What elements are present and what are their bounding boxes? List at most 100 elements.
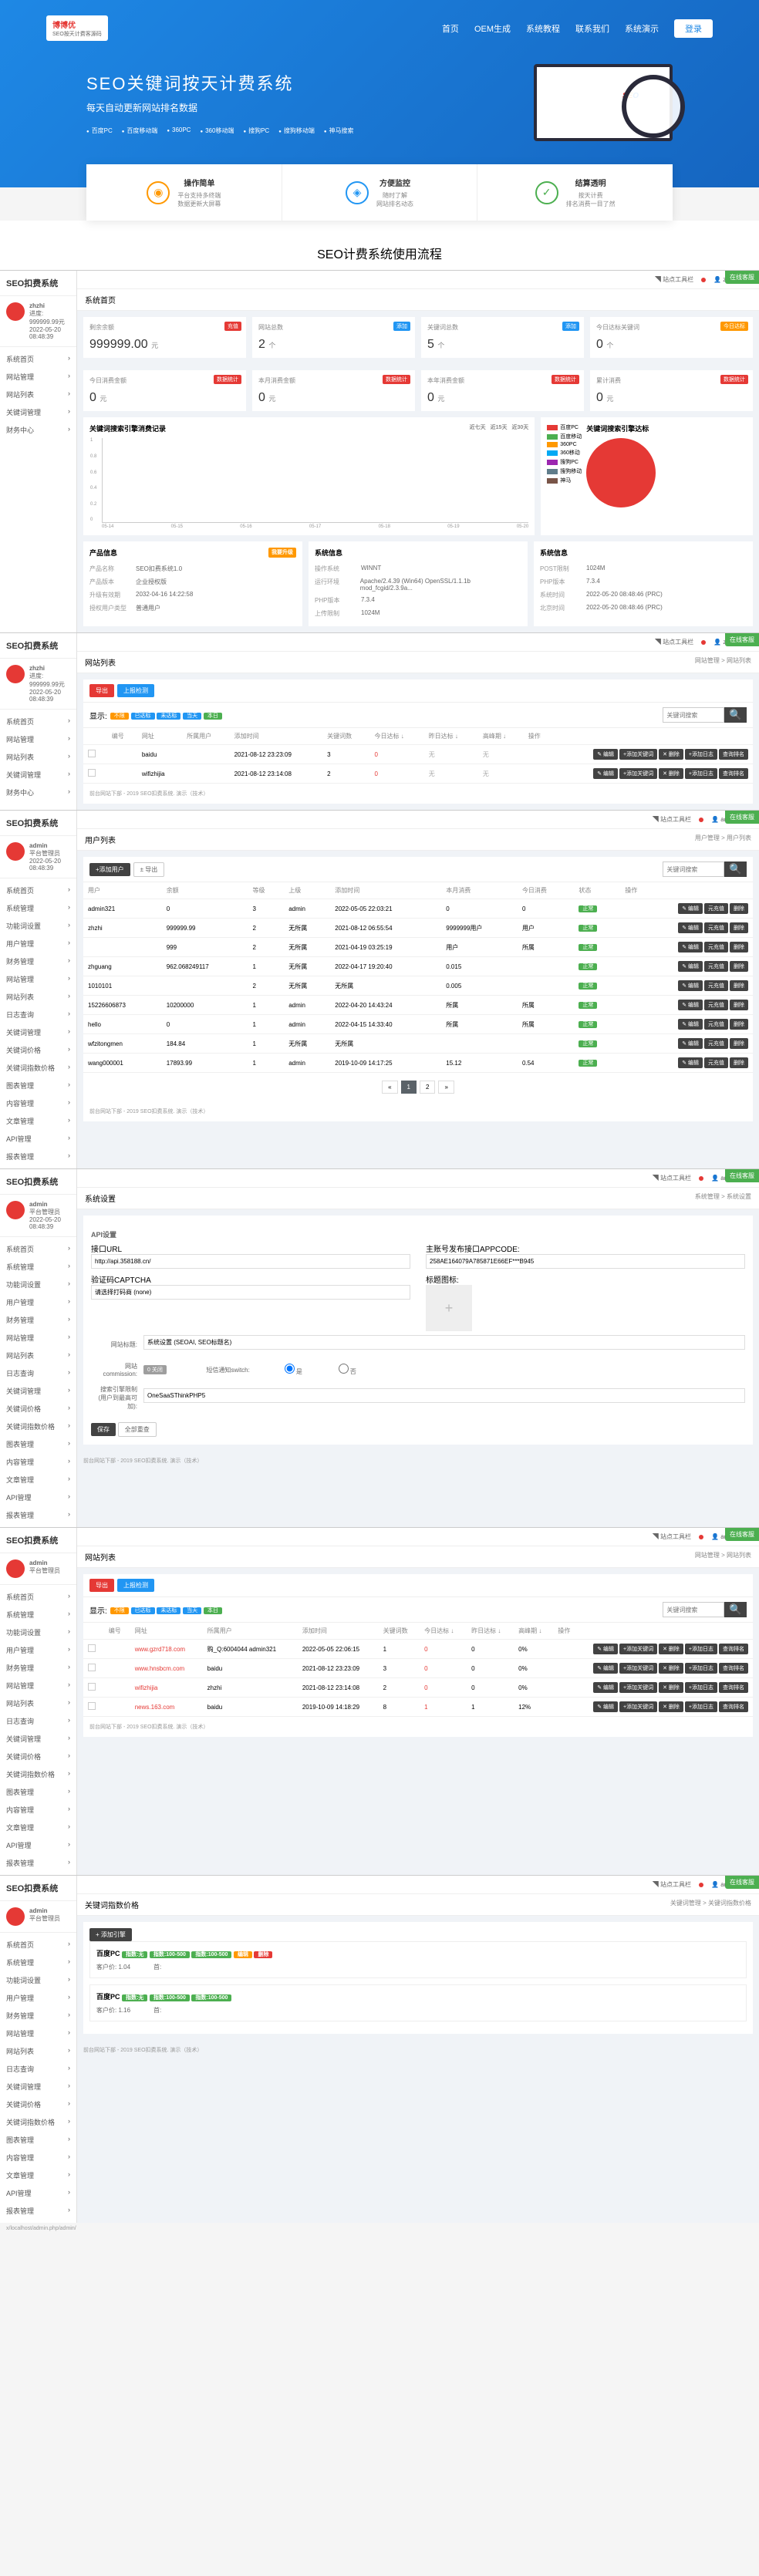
sidebar-item[interactable]: 报表管理 › [0,2202,76,2220]
delete-button[interactable]: 删除 [254,1951,272,1958]
sidebar-item[interactable]: 网站列表 › [0,988,76,1006]
sidebar-item[interactable]: 财务中心 › [0,421,76,439]
page-button[interactable]: 2 [420,1081,435,1094]
row-op[interactable]: 删除 [730,1038,748,1049]
sidebar-item[interactable]: 系统管理 › [0,899,76,917]
search-input[interactable] [663,1602,724,1617]
sidebar-item[interactable]: 内容管理 › [0,2149,76,2166]
row-op[interactable]: 删除 [730,922,748,933]
tab-15d[interactable]: 近15天 [491,425,508,430]
sidebar-item[interactable]: 关键词价格 › [0,1041,76,1059]
search-button[interactable]: 🔍 [724,707,747,723]
row-op[interactable]: +添加日志 [685,768,717,779]
sidebar-item[interactable]: 日志查询 › [0,2060,76,2078]
sidebar-item[interactable]: 关键词价格 › [0,1748,76,1765]
row-op[interactable]: 元充值 [704,961,728,972]
row-op[interactable]: ✎ 编辑 [593,768,618,779]
sidebar-item[interactable]: 关键词管理 › [0,1730,76,1748]
sidebar-item[interactable]: 系统首页 › [0,882,76,899]
row-op[interactable]: 元充值 [704,1019,728,1030]
row-op[interactable]: +添加关键词 [619,1701,657,1712]
sidebar-item[interactable]: 系统首页 › [0,713,76,730]
support-tab[interactable]: 在线客服 [725,1169,759,1182]
search-button[interactable]: 🔍 [724,1602,747,1617]
row-op[interactable]: 删除 [730,903,748,914]
search-input[interactable] [663,861,724,877]
sidebar-item[interactable]: 功能词设置 › [0,917,76,935]
check-button[interactable]: 上报检测 [117,1579,154,1592]
row-op[interactable]: 删除 [730,942,748,953]
sidebar-item[interactable]: 财务管理 › [0,953,76,970]
sidebar-item[interactable]: 系统首页 › [0,1588,76,1606]
filter-tag[interactable]: 已达标 [131,1607,155,1614]
row-op[interactable]: +添加关键词 [619,768,657,779]
sidebar-item[interactable]: 日志查询 › [0,1006,76,1023]
row-op[interactable]: +添加日志 [685,1663,717,1674]
nav-home[interactable]: 首页 [442,22,459,35]
support-tab[interactable]: 在线客服 [725,1528,759,1541]
sidebar-item[interactable]: 关键词管理 › [0,403,76,421]
row-op[interactable]: ✕ 删除 [659,768,683,779]
sidebar-item[interactable]: 网站列表 › [0,2042,76,2060]
sidebar-item[interactable]: 系统首页 › [0,350,76,368]
row-op[interactable]: 删除 [730,1019,748,1030]
stat-badge[interactable]: 今日达标 [720,322,748,331]
bell-icon[interactable] [699,1535,703,1539]
row-op[interactable]: ✎ 编辑 [678,942,703,953]
filter-tag[interactable]: 未达标 [157,713,180,720]
upgrade-button[interactable]: 我要升级 [268,548,296,558]
toolbar-link[interactable]: ◥ 站点工具栏 [655,638,693,646]
stat-badge[interactable]: 充值 [224,322,241,331]
row-op[interactable]: +添加日志 [685,1682,717,1693]
row-op[interactable]: ✕ 删除 [659,1701,683,1712]
stat-badge[interactable]: 数据统计 [214,375,241,384]
sidebar-item[interactable]: 关键词指数价格 › [0,1418,76,1435]
sidebar-item[interactable]: 用户管理 › [0,1989,76,2007]
upload-icon[interactable]: + [426,1285,472,1331]
row-op[interactable]: 元充值 [704,980,728,991]
nav-contact[interactable]: 联系我们 [575,22,609,35]
row-op[interactable]: ✎ 编辑 [593,749,618,760]
sidebar-item[interactable]: 网站管理 › [0,1677,76,1694]
sidebar-item[interactable]: 报表管理 › [0,1148,76,1165]
sidebar-item[interactable]: 系统管理 › [0,1606,76,1623]
stat-badge[interactable]: 数据统计 [383,375,410,384]
row-op[interactable]: ✎ 编辑 [678,1038,703,1049]
toolbar-link[interactable]: ◥ 站点工具栏 [653,815,691,824]
site-title-input[interactable] [143,1335,745,1350]
export-button[interactable]: 导出 [89,684,114,697]
engine-input[interactable] [143,1388,745,1403]
sidebar-item[interactable]: 日志查询 › [0,1712,76,1730]
sidebar-item[interactable]: 文章管理 › [0,1471,76,1489]
edit-button[interactable]: 编辑 [234,1951,252,1958]
support-tab[interactable]: 在线客服 [725,1876,759,1889]
sidebar-item[interactable]: 网站列表 › [0,1347,76,1364]
filter-tag[interactable]: 当天 [183,1607,201,1614]
sidebar-item[interactable]: API管理 › [0,1130,76,1148]
row-op[interactable]: 元充值 [704,942,728,953]
row-op[interactable]: 元充值 [704,922,728,933]
sidebar-item[interactable]: 网站管理 › [0,730,76,748]
row-op[interactable]: 删除 [730,1000,748,1010]
stat-badge[interactable]: 添加 [393,322,410,331]
row-op[interactable]: +添加关键词 [619,1682,657,1693]
sidebar-item[interactable]: 图表管理 › [0,1435,76,1453]
checkbox[interactable] [88,1683,96,1691]
filter-tag[interactable]: 不限 [110,713,129,720]
sidebar-item[interactable]: 关键词价格 › [0,1400,76,1418]
support-tab[interactable]: 在线客服 [725,811,759,824]
row-op[interactable]: 查询排名 [719,768,748,779]
sidebar-item[interactable]: 网站列表 › [0,1694,76,1712]
sidebar-item[interactable]: 关键词指数价格 › [0,1765,76,1783]
row-op[interactable]: ✕ 删除 [659,749,683,760]
sidebar-item[interactable]: 报表管理 › [0,1854,76,1872]
sidebar-item[interactable]: 系统管理 › [0,1954,76,1971]
row-op[interactable]: +添加日志 [685,1644,717,1654]
row-op[interactable]: ✎ 编辑 [678,1057,703,1068]
bell-icon[interactable] [699,1176,703,1181]
radio-yes[interactable]: 是 [256,1364,302,1376]
bell-icon[interactable] [701,640,706,645]
checkbox[interactable] [88,1664,96,1671]
sidebar-item[interactable]: 关键词指数价格 › [0,2113,76,2131]
sidebar-item[interactable]: 内容管理 › [0,1094,76,1112]
